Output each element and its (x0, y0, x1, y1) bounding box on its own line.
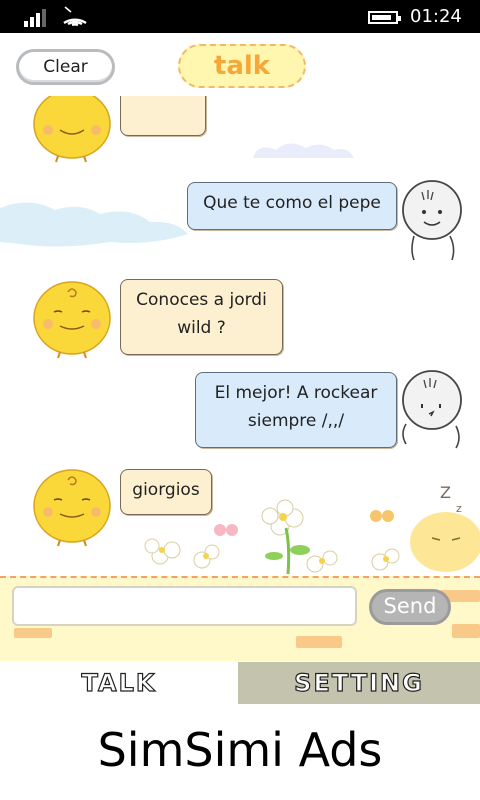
svg-text:Z: Z (440, 486, 451, 502)
user-avatar (402, 370, 462, 449)
talk-logo: talk (178, 44, 306, 88)
chat-area[interactable]: Que te como el pepe Conoces a jordi wild… (0, 96, 480, 578)
message-bubble-left: Conoces a jordi wild ? (120, 279, 283, 355)
svg-text:z: z (456, 502, 462, 515)
message-input[interactable] (12, 586, 357, 626)
cloud-decoration (253, 143, 354, 158)
clear-button[interactable]: Clear (16, 49, 115, 85)
brick-decoration (14, 628, 52, 638)
user-avatar (402, 180, 462, 261)
send-button[interactable]: Send (369, 589, 451, 625)
battery-icon (368, 11, 401, 24)
status-bar: 01:24 (0, 0, 480, 33)
message-bubble-left (120, 96, 206, 136)
signal-bars-icon (24, 7, 54, 27)
wifi-icon (63, 6, 87, 27)
tab-talk[interactable]: TALK (0, 662, 238, 704)
message-bubble-right: El mejor! A rockear siempre /,,/ (195, 372, 397, 448)
cloud-decoration (0, 202, 188, 247)
clock: 01:24 (410, 6, 462, 27)
message-bubble-right: Que te como el pepe (187, 182, 397, 230)
composer-bar: Send (0, 576, 480, 661)
ads-banner[interactable]: SimSimi Ads (0, 704, 480, 800)
brick-decoration (452, 624, 480, 638)
simsimi-chick-avatar (33, 96, 111, 163)
brick-decoration (296, 636, 342, 648)
simsimi-chick-avatar (33, 281, 111, 359)
flowers-decoration: Z z (144, 486, 480, 575)
divider (0, 576, 480, 579)
tab-setting[interactable]: SETTING (238, 662, 480, 704)
simsimi-chick-avatar (33, 469, 111, 547)
